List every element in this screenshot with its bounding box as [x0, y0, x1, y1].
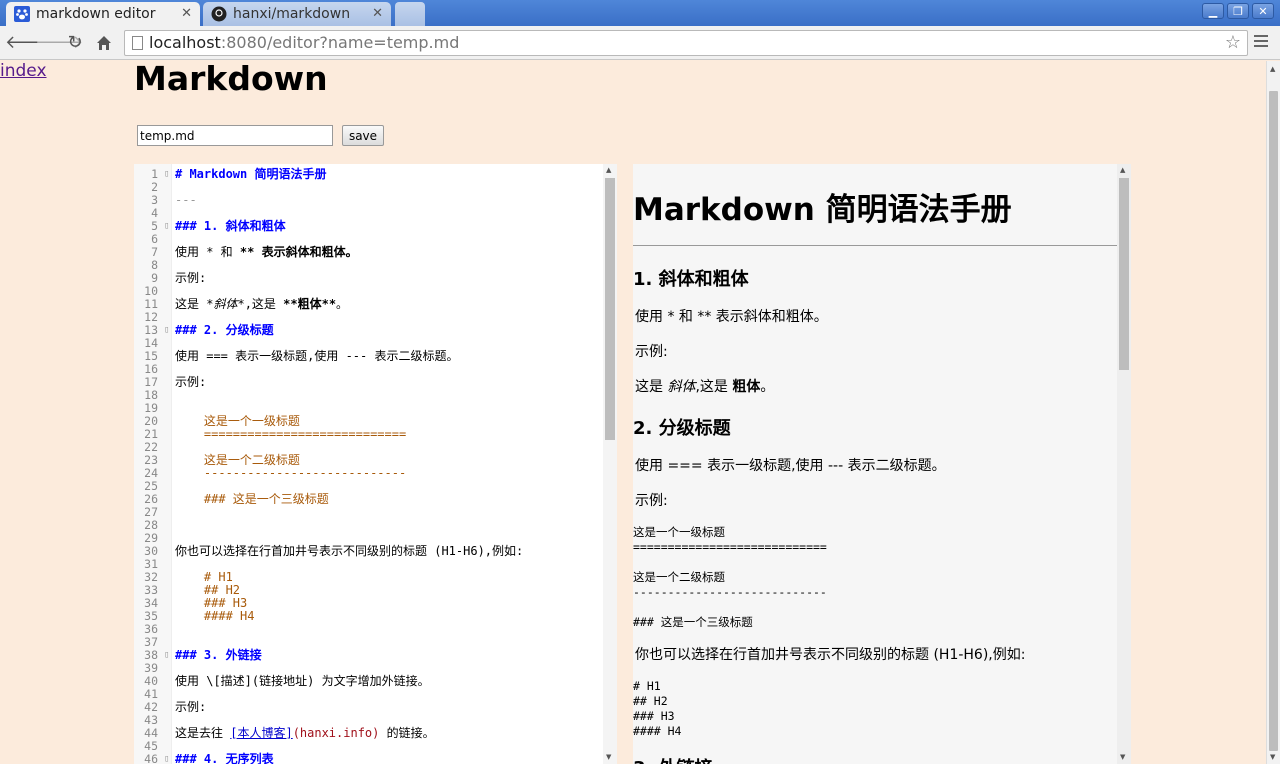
fold-marker-icon[interactable]: ▯	[164, 753, 169, 764]
fold-marker-icon[interactable]: ▯	[164, 220, 169, 233]
code-line: ### 1. 斜体和粗体	[175, 219, 286, 233]
markdown-editor[interactable]: 1 2 3 4 5 6 7 8 9 10 11 12 13 14 15 16 17 18 19 20 21 22 23 24 2…	[134, 164, 617, 764]
markdown-preview: Markdown 简明语法手册 1. 斜体和粗体 使用 * 和 ** 表示斜体和…	[633, 164, 1131, 764]
preview-h2: 3. 外链接	[633, 754, 713, 764]
code-line: ============================	[175, 427, 407, 441]
code-line: ---	[175, 193, 197, 207]
index-link[interactable]: index	[0, 61, 47, 81]
tab-title: hanxi/markdown	[233, 6, 351, 22]
scroll-down-icon[interactable]: ▼	[606, 753, 611, 761]
tab-title: markdown editor	[36, 6, 156, 22]
close-window-button[interactable]: ✕	[1252, 3, 1274, 19]
code-line: 示例:	[175, 700, 207, 714]
page-content: index Markdown save 12345678910111213141…	[0, 59, 1280, 764]
code-line: 这是去往 [本人博客](hanxi.info) 的链接。	[175, 726, 435, 740]
scrollbar-thumb[interactable]	[1269, 91, 1278, 751]
filename-input[interactable]	[137, 125, 333, 146]
preview-paragraph: 示例:	[635, 493, 668, 509]
scrollbar-thumb[interactable]	[1119, 178, 1129, 370]
code-line: ### 这是一个三级标题	[175, 492, 329, 506]
scrollbar-thumb[interactable]	[605, 178, 615, 440]
browser-toolbar: 🡐 🡒 ↻ localhost:8080/editor?name=temp.md…	[0, 26, 1280, 60]
page-icon	[132, 36, 143, 50]
tab-strip: markdown editor ✕ hanxi/markdown ✕ ▁ ❐ ✕	[0, 0, 1280, 26]
editor-scrollbar[interactable]: ▲ ▼	[603, 164, 617, 764]
fold-marker-icon[interactable]: ▯	[164, 168, 169, 181]
code-line: ### 2. 分级标题	[175, 323, 274, 337]
preview-paragraph: 使用 * 和 ** 表示斜体和粗体。	[635, 309, 828, 325]
menu-icon[interactable]	[1254, 35, 1268, 50]
preview-h1: Markdown 简明语法手册	[633, 192, 1012, 228]
restore-window-button[interactable]: ❐	[1227, 3, 1249, 19]
preview-paragraph: 这是 斜体,这是 粗体。	[635, 379, 775, 395]
code-line: 使用 \[描述](链接地址) 为文字增加外链接。	[175, 674, 430, 688]
code-line: # Markdown 简明语法手册	[175, 167, 327, 181]
preview-hr	[633, 245, 1117, 246]
paw-favicon-icon	[14, 6, 30, 22]
code-line: 示例:	[175, 271, 207, 285]
code-line: ### 3. 外链接	[175, 648, 262, 662]
scroll-up-icon[interactable]: ▲	[1270, 65, 1275, 73]
code-line: 示例:	[175, 375, 207, 389]
github-icon	[211, 6, 227, 22]
code-line: 你也可以选择在行首加井号表示不同级别的标题 (H1-H6),例如:	[175, 544, 524, 558]
forward-arrow-icon[interactable]: 🡒	[35, 32, 83, 54]
new-tab-button[interactable]	[395, 2, 425, 26]
minimize-window-button[interactable]: ▁	[1202, 3, 1224, 19]
line-number: 46	[144, 752, 158, 764]
code-line: 使用 * 和 ** 表示斜体和粗体。	[175, 245, 358, 259]
back-arrow-icon[interactable]: 🡐	[5, 32, 53, 54]
fold-marker-icon[interactable]: ▯	[164, 324, 169, 337]
page-scrollbar[interactable]: ▲ ▼	[1266, 61, 1280, 764]
save-button[interactable]: save	[342, 125, 384, 146]
close-tab-icon[interactable]: ✕	[372, 6, 383, 21]
preview-code-block: 这是一个一级标题 ============================ 这是…	[633, 525, 827, 629]
scroll-down-icon[interactable]: ▼	[1270, 753, 1275, 761]
preview-code-block: # H1 ## H2 ### H3 #### H4	[633, 679, 682, 738]
preview-scrollbar[interactable]: ▲ ▼	[1117, 164, 1131, 764]
preview-paragraph: 使用 === 表示一级标题,使用 --- 表示二级标题。	[635, 458, 946, 474]
reload-icon[interactable]: ↻	[64, 32, 86, 54]
tab-markdown-editor[interactable]: markdown editor ✕	[6, 2, 200, 26]
url-host: localhost	[149, 33, 221, 52]
close-tab-icon[interactable]: ✕	[181, 6, 192, 21]
scroll-down-icon[interactable]: ▼	[1120, 753, 1125, 761]
code-line: #### H4	[175, 609, 255, 623]
address-bar[interactable]: localhost:8080/editor?name=temp.md ☆	[124, 30, 1248, 56]
url-path: :8080/editor?name=temp.md	[220, 33, 460, 52]
preview-h2: 2. 分级标题	[633, 418, 731, 439]
page-title: Markdown	[134, 59, 328, 98]
preview-paragraph: 示例:	[635, 344, 668, 360]
code-line: ### 4. 无序列表	[175, 752, 274, 764]
blog-link[interactable]: [本人博客]	[230, 726, 292, 740]
preview-h2: 1. 斜体和粗体	[633, 269, 749, 290]
code-line: ----------------------------	[175, 466, 407, 480]
fold-marker-icon[interactable]: ▯	[164, 649, 169, 662]
line-number-gutter: 1 2 3 4 5 6 7 8 9 10 11 12 13 14 15 16 17 18 19 20 21 22 23 24 2…	[134, 164, 172, 764]
tab-github-hanxi-markdown[interactable]: hanxi/markdown ✕	[203, 2, 391, 26]
code-line: 使用 === 表示一级标题,使用 --- 表示二级标题。	[175, 349, 459, 363]
scroll-up-icon[interactable]: ▲	[606, 166, 611, 174]
preview-paragraph: 你也可以选择在行首加井号表示不同级别的标题 (H1-H6),例如:	[635, 647, 1026, 663]
code-line: 这是 *斜体*,这是 **粗体**。	[175, 297, 349, 311]
bookmark-star-icon[interactable]: ☆	[1225, 31, 1241, 55]
scroll-up-icon[interactable]: ▲	[1120, 166, 1125, 174]
home-icon[interactable]	[93, 32, 115, 54]
